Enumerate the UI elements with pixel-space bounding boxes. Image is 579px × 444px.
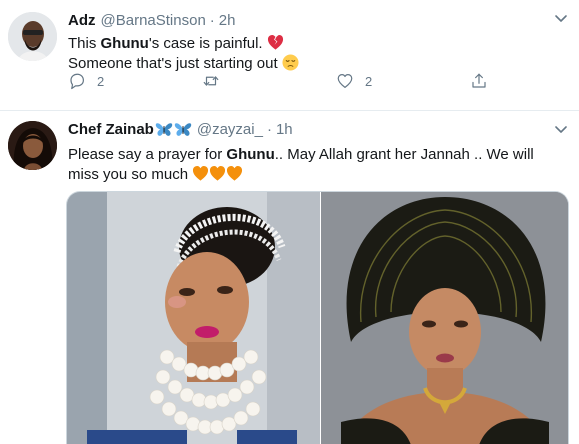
photo-left[interactable] (67, 192, 320, 444)
retweet-icon (203, 76, 219, 86)
tweet-chef-zainab[interactable]: Chef Zainab @zayzai_ · 1h Please say a p… (0, 111, 579, 444)
orange-heart-emoji (193, 165, 209, 181)
chevron-down-icon[interactable] (553, 10, 569, 26)
tweet-text: Please say a prayer for Ghunu.. May Alla… (68, 145, 568, 185)
reply-button[interactable]: 2 (68, 72, 104, 90)
separator-dot: · (266, 121, 272, 138)
user-handle[interactable]: @zayzai_ (197, 121, 263, 138)
like-count: 2 (365, 73, 373, 89)
broken-heart-emoji (267, 34, 283, 50)
tweet-text-part: Please say a prayer for (68, 146, 227, 163)
chevron-down-icon[interactable] (553, 121, 569, 137)
orange-heart-emoji (210, 165, 226, 181)
reply-icon (70, 73, 84, 90)
avatar[interactable] (8, 121, 57, 170)
tweet-header: Adz @BarnaStinson · 2h (68, 12, 235, 29)
timestamp[interactable]: 2h (219, 12, 236, 29)
photo-right[interactable] (320, 192, 568, 444)
timestamp[interactable]: 1h (276, 121, 293, 138)
tweet-media[interactable] (66, 191, 569, 444)
pensive-face-emoji (282, 54, 299, 71)
butterfly-emoji (155, 123, 173, 136)
share-icon (472, 73, 486, 88)
avatar[interactable] (8, 12, 57, 61)
share-button[interactable] (470, 72, 488, 90)
tweet-text-part: This (68, 35, 101, 52)
tweet-header: Chef Zainab @zayzai_ · 1h (68, 121, 293, 138)
highlighted-keyword: Ghunu (226, 146, 275, 163)
orange-heart-emoji (227, 165, 243, 181)
tweet-text: This Ghunu's case is painful. Someone th… (68, 34, 299, 74)
display-name[interactable]: Adz (68, 12, 96, 29)
reply-count: 2 (97, 73, 105, 89)
tweet-text-part: 's case is painful. (148, 35, 263, 52)
tweet-adz[interactable]: Adz @BarnaStinson · 2h This Ghunu's case… (0, 0, 579, 111)
user-handle[interactable]: @BarnaStinson (101, 12, 206, 29)
butterfly-emoji (174, 123, 192, 136)
like-icon (337, 74, 353, 88)
tweet-text-line: Someone that's just starting out (68, 55, 278, 72)
highlighted-keyword: Ghunu (100, 35, 149, 52)
like-button[interactable]: 2 (336, 72, 372, 90)
display-name[interactable]: Chef Zainab (68, 121, 154, 138)
retweet-button[interactable] (202, 72, 231, 90)
separator-dot: · (209, 12, 215, 29)
